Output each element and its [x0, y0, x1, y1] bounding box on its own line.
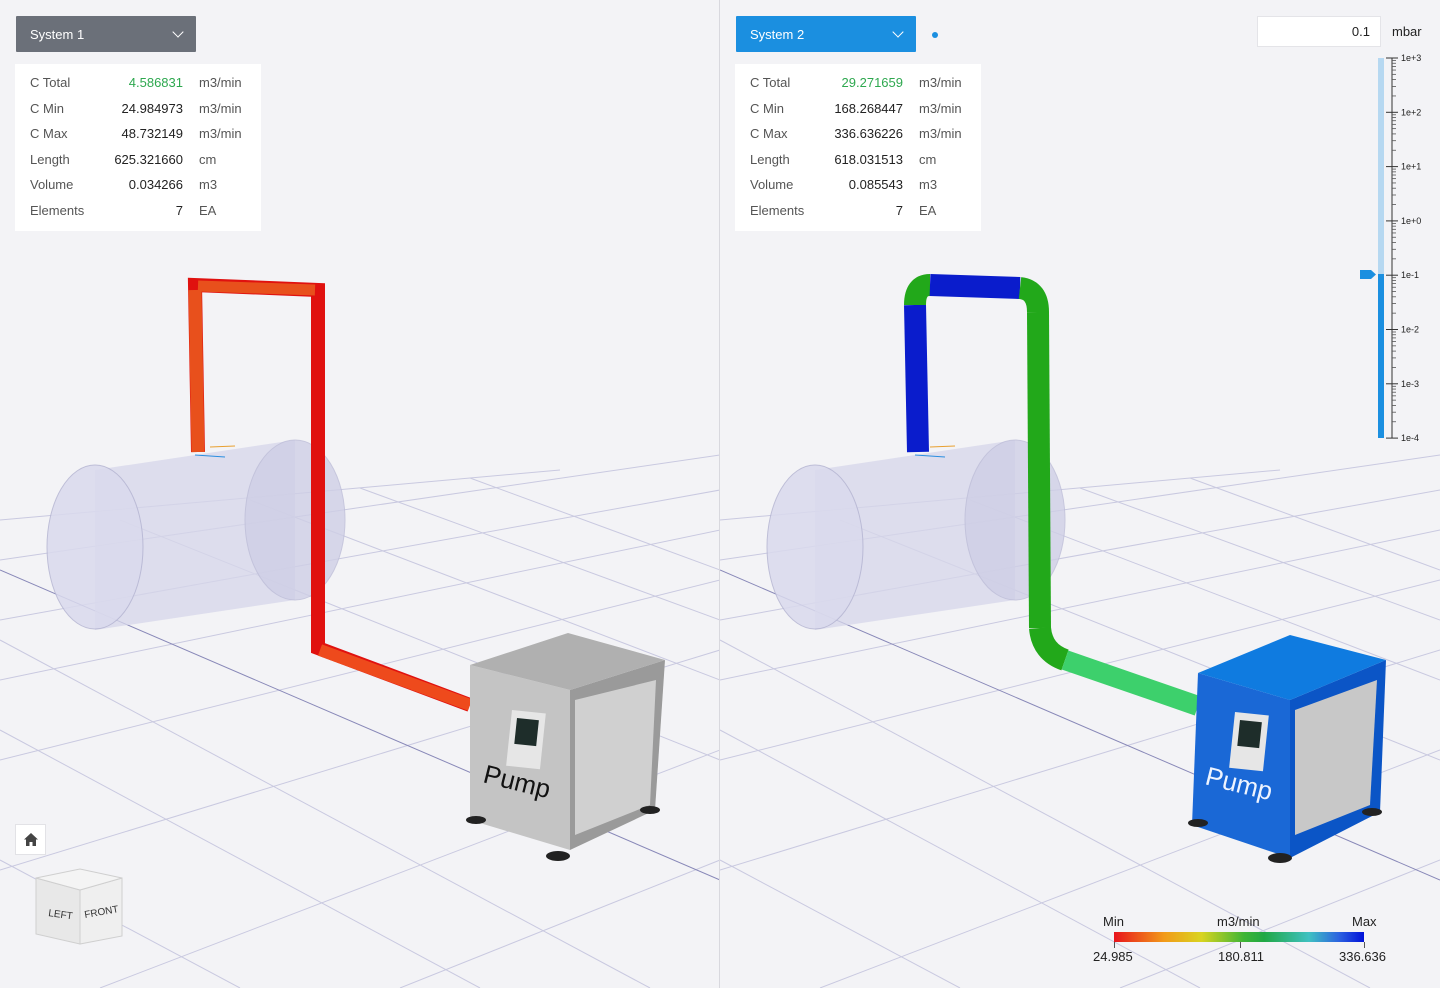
legend-tick: [1240, 942, 1241, 948]
stat-unit: m3/min: [199, 100, 242, 116]
tank[interactable]: [766, 439, 1066, 630]
scale-tick-label: 1e+2: [1401, 107, 1421, 117]
stat-unit: m3/min: [919, 126, 962, 141]
scale-tick-label: 1e-2: [1401, 325, 1419, 335]
stat-row-elements: Elements 7 EA: [735, 198, 981, 224]
stat-value: 48.732149: [121, 126, 183, 141]
legend-gradient-bar: [1114, 932, 1364, 942]
system1-viewport[interactable]: Pump System 1 C Total 4.586831 m3/min C Mi…: [0, 0, 720, 988]
stat-row-volume: Volume 0.034266 m3: [15, 172, 261, 198]
stat-label: Elements: [30, 202, 85, 218]
stat-row-c-max: C Max 48.732149 m3/min: [15, 121, 261, 147]
stat-value: 336.636226: [834, 126, 903, 141]
stat-value: 29.271659: [841, 75, 903, 90]
stat-label: Volume: [750, 177, 794, 192]
stat-value: 7: [895, 202, 903, 218]
legend-unit-label: m3/min: [1217, 914, 1260, 929]
legend-min-value: 24.985: [1093, 949, 1133, 964]
legend-min-label: Min: [1103, 914, 1124, 929]
stat-label: C Max: [750, 126, 788, 141]
stat-unit: m3/min: [919, 100, 962, 116]
scale-tick-label: 1e-4: [1401, 433, 1419, 443]
stat-row-elements: Elements 7 EA: [15, 198, 261, 224]
stat-unit: EA: [919, 202, 937, 218]
pressure-slider-handle[interactable]: [1360, 270, 1376, 279]
system2-select-label: System 2: [750, 26, 805, 42]
stat-label: Length: [750, 151, 790, 167]
pressure-scale: 1e+3 1e+2 1e+1 1e+0 1e-1 1e-2 1e-3 1e-4: [1386, 53, 1421, 443]
stat-label: C Min: [750, 100, 784, 116]
stat-label: Length: [30, 151, 70, 167]
scale-tick-label: 1e+3: [1401, 53, 1421, 63]
stat-unit: m3/min: [199, 126, 242, 141]
stat-value: 0.034266: [128, 177, 183, 192]
stat-row-length: Length 618.031513 cm: [735, 147, 981, 173]
stat-label: C Total: [30, 75, 71, 90]
system1-stats-panel: C Total 4.586831 m3/min C Min 24.984973 m3/m…: [15, 64, 261, 231]
stat-label: Volume: [30, 177, 74, 192]
stat-unit: cm: [919, 151, 937, 167]
active-indicator-dot: [932, 32, 938, 38]
stat-value: 625.321660: [114, 151, 183, 167]
stat-value: 0.085543: [848, 177, 903, 192]
stat-unit: EA: [199, 202, 217, 218]
system1-select-label: System 1: [30, 26, 85, 42]
stat-label: C Min: [30, 100, 64, 116]
legend-max-label: Max: [1352, 914, 1377, 929]
stat-row-c-min: C Min 168.268447 m3/min: [735, 96, 981, 122]
pressure-input[interactable]: [1257, 16, 1381, 47]
pump-unit[interactable]: Pump: [1188, 635, 1386, 863]
system2-stats-panel: C Total 29.271659 m3/min C Min 168.268447 m3…: [735, 64, 981, 231]
pressure-slider-fill: [1378, 274, 1384, 438]
stat-value: 168.268447: [834, 100, 903, 116]
chevron-down-icon: [892, 26, 904, 38]
stat-unit: m3/min: [919, 75, 962, 90]
system2-viewport[interactable]: Pump System 2 C Total 29.271659 m3/min C M…: [720, 0, 1440, 988]
tank[interactable]: [46, 439, 346, 630]
stat-row-c-max: C Max 336.636226 m3/min: [735, 121, 981, 147]
chevron-down-icon: [172, 26, 184, 38]
home-icon: [23, 832, 38, 846]
stat-unit: m3: [919, 177, 938, 192]
legend-max-value: 336.636: [1339, 949, 1386, 964]
stat-unit: m3: [199, 177, 218, 192]
system1-select[interactable]: System 1: [16, 16, 196, 52]
stat-value: 4.586831: [128, 75, 183, 90]
stat-unit: cm: [199, 151, 217, 167]
stat-label: C Max: [30, 126, 68, 141]
stat-label: Elements: [750, 202, 805, 218]
pump-unit[interactable]: Pump: [466, 633, 665, 861]
stat-row-volume: Volume 0.085543 m3: [735, 172, 981, 198]
scale-tick-label: 1e-1: [1401, 270, 1419, 280]
stat-row-length: Length 625.321660 cm: [15, 147, 261, 173]
pressure-unit-label: mbar: [1392, 24, 1422, 39]
scale-tick-label: 1e+1: [1401, 162, 1421, 172]
legend-tick: [1364, 942, 1365, 948]
color-legend: Min m3/min Max 24.985 180.811 336.636: [1093, 912, 1400, 972]
stat-row-c-total: C Total 29.271659 m3/min: [735, 70, 981, 96]
stat-row-c-total: C Total 4.586831 m3/min: [15, 70, 261, 96]
scale-tick-label: 1e+0: [1401, 216, 1421, 226]
stat-value: 618.031513: [834, 151, 903, 167]
system2-select[interactable]: System 2: [736, 16, 916, 52]
stat-value: 24.984973: [121, 100, 183, 116]
legend-tick: [1114, 942, 1115, 948]
legend-mid-value: 180.811: [1218, 949, 1265, 964]
scale-tick-label: 1e-3: [1401, 379, 1419, 389]
view-cube[interactable]: LEFT FRONT: [30, 866, 130, 956]
stat-label: C Total: [750, 75, 791, 90]
stat-row-c-min: C Min 24.984973 m3/min: [15, 96, 261, 122]
stat-value: 7: [175, 202, 183, 218]
stat-unit: m3/min: [199, 75, 242, 90]
home-view-button[interactable]: [15, 824, 46, 855]
